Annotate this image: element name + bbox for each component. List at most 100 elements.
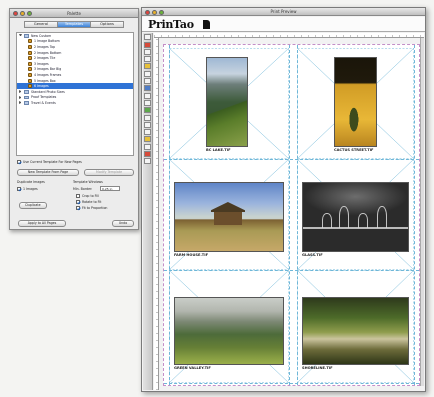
tab-general[interactable]: General [24, 21, 58, 28]
preview-titlebar[interactable]: Print Preview [142, 8, 425, 16]
rotate-option[interactable]: Rotate to Fit [76, 200, 101, 204]
wineglass-shape [321, 212, 333, 228]
print-tool-icon[interactable] [144, 158, 151, 165]
rotate-tool-icon[interactable] [144, 63, 151, 70]
apply-all-pages-button[interactable]: Apply to All Pages [18, 220, 66, 227]
template-icon [28, 84, 32, 89]
photo-slot[interactable]: FARM HOUSE.TIF [169, 159, 289, 270]
document-icon[interactable] [203, 20, 210, 29]
duplicate-button[interactable]: Duplicate [19, 202, 47, 209]
shadow-tool-icon[interactable] [144, 143, 151, 150]
color-tool-icon[interactable] [144, 85, 151, 92]
palette-tabs: General Templates Options [18, 21, 130, 29]
highlight-tool-icon[interactable] [144, 136, 151, 143]
photo-glass[interactable] [302, 182, 409, 252]
disclosure-open-icon[interactable] [19, 34, 22, 37]
text-tool-icon[interactable] [144, 78, 151, 85]
template-icon [28, 78, 32, 83]
distribute-tool-icon[interactable] [144, 121, 151, 128]
photo-slot[interactable]: SHORELINE.TIF [297, 270, 414, 383]
fit-label: Fit to Proportion [82, 206, 108, 210]
photo-caption: GLASS.TIF [302, 253, 323, 257]
tree-item-label: 3 Images [34, 61, 49, 66]
wineglass-shape [338, 206, 350, 228]
photo-slot[interactable]: CACTUS STREET.TIF [297, 48, 414, 159]
zoom-icon[interactable] [27, 11, 32, 16]
use-template-option[interactable]: Use Current Template For New Pages [17, 160, 82, 164]
fit-tool-icon[interactable] [144, 107, 151, 114]
template-icon [28, 61, 32, 66]
folder-icon [24, 95, 29, 100]
tree-item-label: 6 Images [34, 84, 49, 89]
disclosure-closed-icon[interactable] [19, 95, 22, 99]
frame-tool-icon[interactable] [144, 92, 151, 99]
min-border-field[interactable]: 0.25 in [100, 186, 120, 191]
wineglass-shape [376, 206, 387, 228]
photo-valley[interactable] [174, 297, 284, 365]
min-border-label: Min. Border: [73, 187, 93, 191]
template-icon [28, 56, 32, 61]
fit-checkbox[interactable] [76, 206, 80, 210]
undo-button[interactable]: Undo [112, 220, 134, 227]
photo-farm[interactable] [174, 182, 284, 252]
roof-shape [210, 202, 246, 213]
template-icon [28, 67, 32, 72]
palette-window: Palette General Templates Options New Cu… [9, 8, 139, 230]
farmhouse-shape [210, 202, 246, 226]
zoom-tool-icon[interactable] [144, 56, 151, 63]
lock-tool-icon[interactable] [144, 129, 151, 136]
crop-tool-icon[interactable] [144, 41, 151, 48]
minimize-icon[interactable] [152, 9, 157, 15]
folder-icon [24, 101, 29, 105]
shelf-shape [303, 227, 408, 230]
template-icon [28, 39, 32, 44]
duplicate-option[interactable]: 1 Images [17, 187, 38, 191]
photo-lake[interactable] [206, 57, 248, 147]
preview-page[interactable]: BC LAKE.TIF CACTUS STREET.TIF FARM HOUSE.T… [163, 44, 420, 386]
minimize-icon[interactable] [20, 11, 25, 16]
template-tree[interactable]: New Custom 1 Image Bottom 2 Images Top 2 Im… [16, 32, 134, 156]
duplicate-checkbox[interactable] [17, 187, 21, 191]
tree-item-label: Proof Templates [31, 95, 57, 100]
tab-options[interactable]: Options [90, 21, 124, 28]
move-tool-icon[interactable] [144, 48, 151, 55]
tab-templates[interactable]: Templates [57, 21, 91, 28]
photo-slot[interactable]: GREEN VALLEY.TIF [169, 270, 289, 383]
wineglass-shape [357, 212, 369, 228]
tool-strip [143, 33, 153, 390]
photo-slot[interactable]: BC LAKE.TIF [169, 48, 289, 159]
zoom-icon[interactable] [159, 9, 164, 15]
fit-option[interactable]: Fit to Proportion [76, 206, 107, 210]
new-template-button[interactable]: New Template From Page [17, 169, 79, 176]
preview-title: Print Preview [270, 9, 297, 14]
crop-checkbox[interactable] [76, 194, 80, 198]
arrow-tool-icon[interactable] [144, 34, 151, 41]
margin-guide [414, 45, 415, 385]
disclosure-closed-icon[interactable] [19, 90, 22, 94]
crop-option[interactable]: Crop to Fill [76, 194, 99, 198]
margin-guide [164, 383, 419, 384]
vertical-ruler [154, 38, 159, 390]
vertical-scrollbar[interactable] [420, 38, 424, 386]
rotate-checkbox[interactable] [76, 200, 80, 204]
duplicate-count: 1 Images [23, 187, 38, 191]
modify-template-button[interactable]: Modify Template [84, 169, 134, 176]
close-icon[interactable] [145, 9, 150, 15]
use-template-checkbox[interactable] [17, 160, 21, 164]
grid-tool-icon[interactable] [144, 99, 151, 106]
photo-caption: CACTUS STREET.TIF [334, 148, 374, 152]
flip-tool-icon[interactable] [144, 70, 151, 77]
palette-titlebar[interactable]: Palette [10, 9, 138, 18]
tree-item[interactable]: Travel & Events [17, 100, 133, 106]
photo-shore[interactable] [302, 297, 409, 365]
tree-item-label: Standard Photo Sizes [31, 89, 65, 94]
tree-item-label: 2 Images Tile [34, 56, 56, 61]
photo-cactus[interactable] [334, 57, 377, 147]
delete-tool-icon[interactable] [144, 151, 151, 158]
tree-item-label: 2 Images Bottom [34, 50, 62, 55]
align-tool-icon[interactable] [144, 114, 151, 121]
margin-guide [289, 45, 290, 385]
close-icon[interactable] [13, 11, 18, 16]
photo-slot[interactable]: GLASS.TIF [297, 159, 414, 270]
disclosure-closed-icon[interactable] [19, 101, 22, 105]
